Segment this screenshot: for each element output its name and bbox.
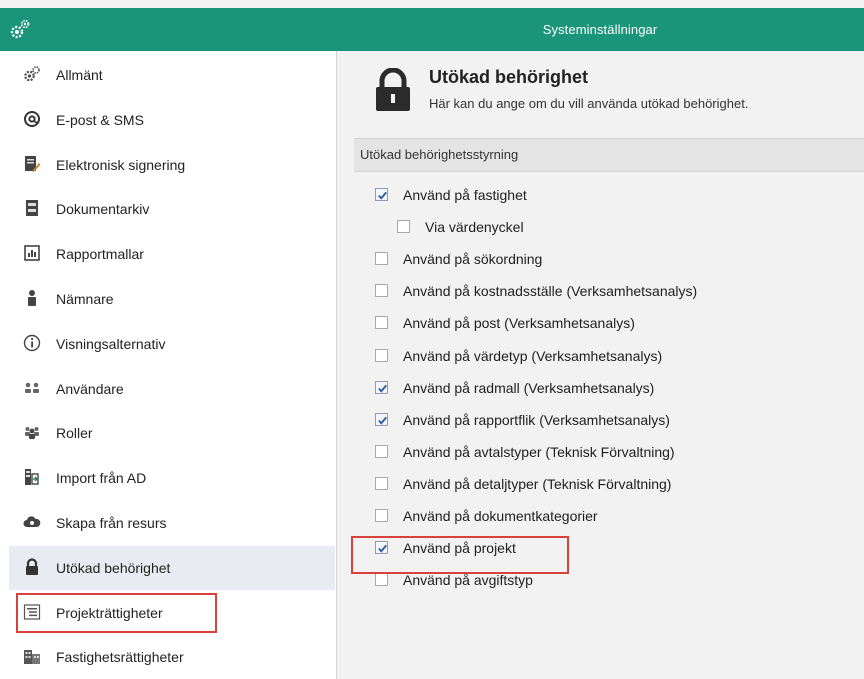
import-icon	[23, 468, 41, 486]
sidebar-item-label: Användare	[56, 380, 124, 397]
sidebar-item-label: Skapa från resurs	[56, 515, 167, 531]
option-label: Använd på avgiftstyp	[403, 572, 533, 589]
sidebar-item-label: Elektronisk signering	[56, 156, 186, 173]
section-label: Utökad behörighetsstyrning	[360, 147, 519, 162]
sidebar-item-elektronisk-signering[interactable]: Elektronisk signering	[9, 143, 335, 187]
option-label: Använd på rapportflik (Verksamhetsanalys…	[403, 411, 670, 428]
sidebar-item-anvandare[interactable]: Användare	[9, 367, 335, 411]
checkbox[interactable]	[375, 412, 388, 426]
checkbox[interactable]	[375, 573, 388, 587]
check-mark-icon	[378, 191, 387, 200]
sidebar-item-label: Allmänt	[56, 67, 103, 83]
report-icon	[23, 244, 41, 262]
background-window-strip	[0, 0, 864, 8]
lock-icon	[23, 558, 41, 576]
roles-icon	[23, 423, 41, 441]
gears-icon	[10, 19, 30, 39]
cloud-icon	[23, 513, 41, 531]
sidebar-item-label: Visningsalternativ	[56, 335, 166, 352]
sidebar-item-dokumentarkiv[interactable]: Dokumentarkiv	[9, 187, 335, 231]
sidebar-item-e-post-sms[interactable]: E-post & SMS	[9, 98, 335, 142]
checkbox[interactable]	[375, 509, 388, 522]
page-title: Utökad behörighet	[429, 67, 589, 87]
check-mark-icon	[378, 416, 387, 425]
sidebar-item-projektrattigheter[interactable]: Projekträttigheter	[9, 591, 335, 635]
sidebar-item-label: Projekträttigheter	[56, 604, 163, 621]
sidebar-item-roller[interactable]: Roller	[9, 411, 335, 455]
users-icon	[23, 379, 41, 397]
settings-content-panel: Utökad behörighet Här kan du ange om du …	[337, 51, 864, 679]
sidebar-item-label: Utökad behörighet	[56, 559, 171, 576]
settings-sidebar: Allmänt E-post & SMS Elektronisk signering…	[0, 51, 337, 679]
option-label: Använd på projekt	[403, 540, 516, 557]
title-bar: Systeminställningar	[0, 8, 864, 51]
checkbox[interactable]	[375, 188, 388, 201]
sidebar-item-rapportmallar[interactable]: Rapportmallar	[9, 232, 335, 276]
checkbox[interactable]	[397, 220, 410, 234]
page-description: Här kan du ange om du vill använda utöka…	[429, 96, 749, 111]
sidebar-item-label: Dokumentarkiv	[56, 201, 150, 218]
option-label: Använd på dokumentkategorier	[403, 508, 598, 524]
sidebar-item-label: Nämnare	[56, 291, 114, 307]
sidebar-item-fastighetsrattigheter[interactable]: Fastighetsrättigheter	[9, 635, 335, 679]
info-icon	[23, 334, 41, 352]
document-pen-icon	[23, 155, 41, 173]
archive-icon	[23, 199, 41, 217]
checkbox[interactable]	[375, 284, 388, 298]
option-label: Använd på värdetyp (Verksamhetsanalys)	[403, 347, 663, 364]
option-label: Använd på sökordning	[403, 251, 543, 268]
sidebar-item-label: Roller	[56, 425, 93, 442]
sidebar-item-label: Import från AD	[56, 470, 147, 487]
sidebar-item-label: E-post & SMS	[56, 111, 144, 128]
at-sign-icon	[23, 110, 41, 128]
checkbox[interactable]	[375, 444, 388, 458]
sidebar-item-utokad-behorighet[interactable]: Utökad behörighet	[9, 545, 335, 590]
sidebar-item-label: Fastighetsrättigheter	[56, 649, 184, 666]
option-label: Via värdenyckel	[425, 219, 524, 236]
checkbox[interactable]	[375, 476, 388, 490]
option-label: Använd på detaljtyper (Teknisk Förvaltni…	[403, 475, 672, 492]
check-mark-icon	[378, 384, 387, 393]
checkbox[interactable]	[375, 252, 388, 266]
checkbox[interactable]	[375, 316, 388, 330]
sidebar-item-allmant[interactable]: Allmänt	[9, 53, 335, 97]
section-header: Utökad behörighetsstyrning	[354, 138, 864, 172]
option-label: Använd på post (Verksamhetsanalys)	[403, 315, 635, 332]
option-label: Använd på fastighet	[403, 187, 527, 203]
gears-icon	[23, 65, 41, 83]
checkbox[interactable]	[375, 541, 388, 555]
checkbox[interactable]	[375, 380, 388, 394]
sidebar-item-visningsalternativ[interactable]: Visningsalternativ	[9, 322, 335, 366]
option-label: Använd på kostnadsställe (Verksamhetsana…	[403, 283, 698, 300]
sidebar-item-namnare[interactable]: Nämnare	[9, 277, 335, 321]
lock-icon	[376, 68, 410, 111]
checkbox[interactable]	[375, 348, 388, 362]
sidebar-item-label: Rapportmallar	[56, 246, 144, 263]
check-mark-icon	[378, 544, 387, 553]
window-title: Systeminställningar	[542, 22, 658, 37]
sidebar-item-skapa-fran-resurs[interactable]: Skapa från resurs	[9, 501, 335, 545]
option-label: Använd på radmall (Verksamhetsanalys)	[403, 379, 655, 396]
person-icon	[23, 289, 41, 307]
buildings-icon	[23, 647, 41, 665]
sidebar-item-import-fran-ad[interactable]: Import från AD	[9, 456, 335, 500]
option-label: Använd på avtalstyper (Teknisk Förvaltni…	[403, 443, 675, 460]
project-list-icon	[23, 603, 41, 621]
